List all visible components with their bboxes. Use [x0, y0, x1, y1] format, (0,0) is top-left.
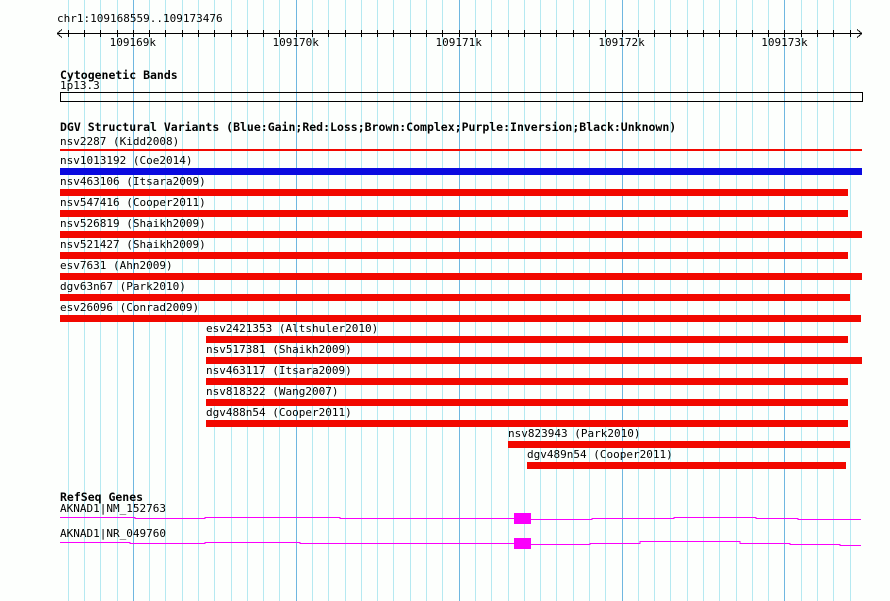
cytoband-rect	[61, 93, 863, 102]
variant-bar-nsv463117[interactable]	[206, 378, 848, 385]
variant-label-esv26096: esv26096 (Conrad2009)	[60, 302, 199, 314]
variant-label-nsv463106: nsv463106 (Itsara2009)	[60, 176, 206, 188]
ruler-right-arrow-icon	[857, 30, 862, 34]
axis-tick-label: 109170k	[261, 37, 331, 49]
gene-line-0[interactable]	[60, 518, 861, 520]
cytoband-name-label: 1p13.3	[60, 80, 100, 92]
variant-label-dgv489n54: dgv489n54 (Cooper2011)	[527, 449, 673, 461]
variant-label-nsv2287: nsv2287 (Kidd2008)	[60, 136, 179, 148]
variant-bar-dgv63n67[interactable]	[60, 294, 850, 301]
ruler-left-arrow-icon	[57, 34, 62, 38]
region-position-label: chr1:109168559..109173476	[57, 13, 223, 25]
variant-bar-esv2421353[interactable]	[206, 336, 848, 343]
variant-bar-nsv823943[interactable]	[508, 441, 850, 448]
variant-bar-esv26096[interactable]	[60, 315, 861, 322]
variant-label-nsv526819: nsv526819 (Shaikh2009)	[60, 218, 206, 230]
axis-tick-label: 109169k	[98, 37, 168, 49]
variant-bar-nsv526819[interactable]	[60, 231, 862, 238]
variant-label-dgv488n54: dgv488n54 (Cooper2011)	[206, 407, 352, 419]
gene-exon-1[interactable]	[514, 538, 531, 549]
variant-bar-nsv517381[interactable]	[206, 357, 862, 364]
variant-label-nsv823943: nsv823943 (Park2010)	[508, 428, 640, 440]
variant-bar-nsv547416[interactable]	[60, 210, 848, 217]
variant-label-nsv463117: nsv463117 (Itsara2009)	[206, 365, 352, 377]
axis-tick-label: 109172k	[587, 37, 657, 49]
gene-exon-0[interactable]	[514, 513, 531, 524]
variant-label-esv2421353: esv2421353 (Altshuler2010)	[206, 323, 378, 335]
variant-bar-nsv463106[interactable]	[60, 189, 848, 196]
variant-label-esv7631: esv7631 (Ahn2009)	[60, 260, 173, 272]
dgv-section-header: DGV Structural Variants (Blue:Gain;Red:L…	[60, 121, 676, 133]
variant-bar-nsv818322[interactable]	[206, 399, 848, 406]
variant-bar-esv7631[interactable]	[60, 273, 862, 280]
genome-browser-canvas: chr1:109168559..109173476 Cytogenetic Ba…	[0, 0, 890, 601]
variant-label-dgv63n67: dgv63n67 (Park2010)	[60, 281, 186, 293]
axis-tick-label: 109171k	[424, 37, 494, 49]
gene-line-1[interactable]	[60, 542, 861, 546]
variant-bar-nsv521427[interactable]	[60, 252, 848, 259]
variant-label-nsv547416: nsv547416 (Cooper2011)	[60, 197, 206, 209]
variant-bar-dgv489n54[interactable]	[527, 462, 846, 469]
variant-bar-nsv1013192[interactable]	[60, 168, 862, 175]
gene-label-0: AKNAD1|NM_152763	[60, 503, 166, 515]
variant-label-nsv818322: nsv818322 (Wang2007)	[206, 386, 338, 398]
variant-label-nsv521427: nsv521427 (Shaikh2009)	[60, 239, 206, 251]
gene-label-1: AKNAD1|NR_049760	[60, 528, 166, 540]
variant-bar-dgv488n54[interactable]	[206, 420, 848, 427]
ruler-left-arrow-icon	[57, 30, 62, 34]
variant-label-nsv517381: nsv517381 (Shaikh2009)	[206, 344, 352, 356]
variant-label-nsv1013192: nsv1013192 (Coe2014)	[60, 155, 192, 167]
variant-bar-nsv2287[interactable]	[60, 149, 862, 151]
axis-tick-label: 109173k	[749, 37, 819, 49]
ruler-right-arrow-icon	[857, 34, 862, 38]
